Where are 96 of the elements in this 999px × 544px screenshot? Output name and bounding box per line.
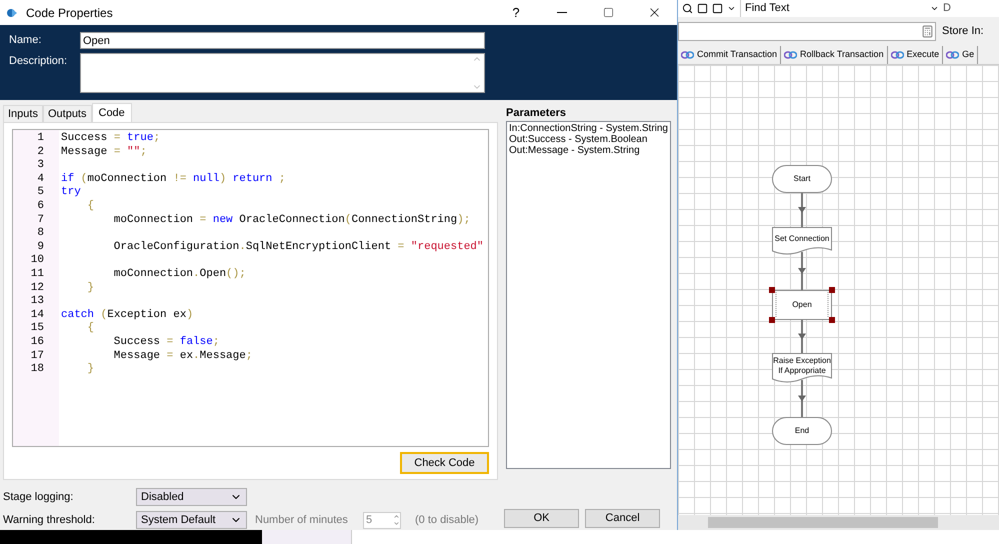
action-tab[interactable]: Rollback Transaction bbox=[781, 46, 888, 64]
line-number: 16 bbox=[30, 336, 44, 350]
parameter-item: Out:Message - System.String bbox=[509, 145, 641, 156]
stage-logging-dropdown[interactable]: Disabled bbox=[136, 488, 247, 506]
resize-handle[interactable] bbox=[769, 317, 775, 323]
check-code-button[interactable]: Check Code bbox=[400, 452, 490, 474]
line-number: 17 bbox=[30, 350, 44, 364]
resize-handle[interactable] bbox=[829, 287, 835, 293]
code-line: OracleConfiguration.SqlNetEncryptionClient = "requested" bbox=[112, 240, 484, 254]
code-line: try bbox=[61, 186, 81, 200]
description-field[interactable] bbox=[80, 53, 485, 93]
action-tab[interactable]: Commit Transaction bbox=[678, 46, 782, 64]
line-number: 2 bbox=[37, 146, 44, 160]
code-line: } bbox=[86, 363, 94, 377]
line-number: 1 bbox=[37, 132, 44, 146]
parameter-item: In:ConnectionString - System.String bbox=[509, 123, 668, 134]
store-in-label: Store In: bbox=[942, 24, 984, 40]
link-icon bbox=[890, 50, 904, 60]
line-number: 7 bbox=[37, 214, 44, 228]
code-line: if (moConnection != null) return ; bbox=[61, 172, 286, 186]
tab[interactable]: Outputs bbox=[42, 105, 92, 122]
code-line: Message = ex.Message; bbox=[112, 350, 252, 364]
code-line: Message = ""; bbox=[61, 146, 147, 160]
resize-handle[interactable] bbox=[829, 317, 835, 323]
taskbar-button[interactable] bbox=[262, 530, 352, 544]
description-label: Description: bbox=[9, 54, 68, 69]
search-icon[interactable] bbox=[682, 3, 693, 14]
caret-icon[interactable] bbox=[727, 4, 736, 13]
code-line: moConnection.Open(); bbox=[112, 268, 246, 282]
tab[interactable]: Inputs bbox=[3, 105, 43, 122]
line-number: 12 bbox=[30, 282, 44, 296]
name-label: Name: bbox=[9, 33, 42, 48]
line-number: 6 bbox=[37, 200, 44, 214]
code-line: Success = false; bbox=[112, 336, 220, 350]
line-number: 18 bbox=[30, 363, 44, 377]
dialog-button[interactable]: Cancel bbox=[585, 509, 660, 528]
line-number: 5 bbox=[37, 186, 44, 200]
help-button[interactable]: ? bbox=[493, 0, 539, 25]
process-node[interactable]: Raise Exception If Appropriate bbox=[772, 353, 832, 383]
code-line: { bbox=[86, 200, 94, 214]
line-number: 3 bbox=[37, 159, 44, 173]
code-editor[interactable] bbox=[12, 129, 490, 447]
minutes-label: Number of minutes bbox=[255, 512, 349, 528]
resize-handle[interactable] bbox=[769, 287, 775, 293]
stage-logging-label: Stage logging: bbox=[3, 490, 74, 505]
app-icon bbox=[6, 6, 18, 18]
window-icon[interactable] bbox=[697, 3, 708, 14]
find-text-field[interactable]: Find Text bbox=[740, 0, 926, 17]
connector-arrow bbox=[797, 320, 807, 353]
spin-up-icon[interactable] bbox=[393, 513, 400, 520]
process-node[interactable]: Set Connection bbox=[772, 227, 832, 255]
maximize-icon bbox=[602, 7, 614, 18]
dialog-button[interactable]: OK bbox=[504, 509, 580, 528]
code-line: catch (Exception ex) bbox=[61, 308, 194, 322]
code-line: moConnection = new OracleConnection(ConnectionString); bbox=[112, 214, 470, 228]
caret-icon[interactable] bbox=[930, 4, 939, 13]
code-line: Success = true; bbox=[61, 132, 160, 146]
calculator-icon[interactable] bbox=[921, 25, 934, 38]
code-stage-node[interactable]: Open bbox=[772, 290, 832, 320]
horizontal-scrollbar[interactable] bbox=[678, 515, 999, 530]
warning-threshold-label: Warning threshold: bbox=[3, 512, 96, 528]
link-icon bbox=[784, 50, 798, 60]
parameter-item: Out:Success - System.Boolean bbox=[509, 134, 648, 145]
line-number: 15 bbox=[30, 322, 44, 336]
toolbar-label: D bbox=[943, 1, 951, 16]
action-tab[interactable]: Execute bbox=[888, 46, 944, 64]
line-number: 10 bbox=[30, 254, 44, 268]
warning-threshold-dropdown[interactable]: System Default bbox=[136, 511, 247, 529]
tab[interactable]: Code bbox=[92, 103, 132, 122]
line-number: 13 bbox=[30, 295, 44, 309]
line-number: 14 bbox=[30, 308, 44, 322]
window-title: Code Properties bbox=[26, 4, 113, 22]
frame-icon[interactable] bbox=[712, 3, 723, 14]
line-number: 9 bbox=[37, 240, 44, 254]
terminal-node[interactable]: End bbox=[772, 417, 832, 445]
line-number: 8 bbox=[37, 227, 44, 241]
spin-down-icon[interactable] bbox=[393, 520, 400, 527]
link-icon bbox=[946, 50, 960, 60]
parameters-list[interactable]: In:ConnectionString - System.String Out:Success - System.Boolean Out:Message - System.String bbox=[506, 121, 671, 469]
minimize-icon bbox=[557, 12, 567, 13]
parameters-title: Parameters bbox=[506, 106, 567, 121]
name-field[interactable]: Open bbox=[80, 32, 485, 49]
terminal-node[interactable]: Start bbox=[772, 165, 832, 193]
link-icon bbox=[681, 50, 694, 60]
connector-arrow bbox=[797, 193, 807, 227]
line-number: 4 bbox=[37, 172, 44, 186]
expression-field[interactable] bbox=[678, 22, 936, 41]
connector-arrow bbox=[797, 380, 807, 417]
action-tab[interactable]: Ge bbox=[943, 46, 978, 64]
code-line: { bbox=[86, 322, 94, 336]
minutes-spinner[interactable]: 5 bbox=[363, 512, 401, 528]
line-number: 11 bbox=[30, 268, 44, 282]
flowchart-canvas[interactable]: Start Set Connection Open Raise Exception If Appropriate End bbox=[678, 65, 999, 515]
minutes-hint: (0 to disable) bbox=[415, 512, 479, 528]
code-line: } bbox=[86, 282, 94, 296]
connector-arrow bbox=[797, 252, 807, 290]
